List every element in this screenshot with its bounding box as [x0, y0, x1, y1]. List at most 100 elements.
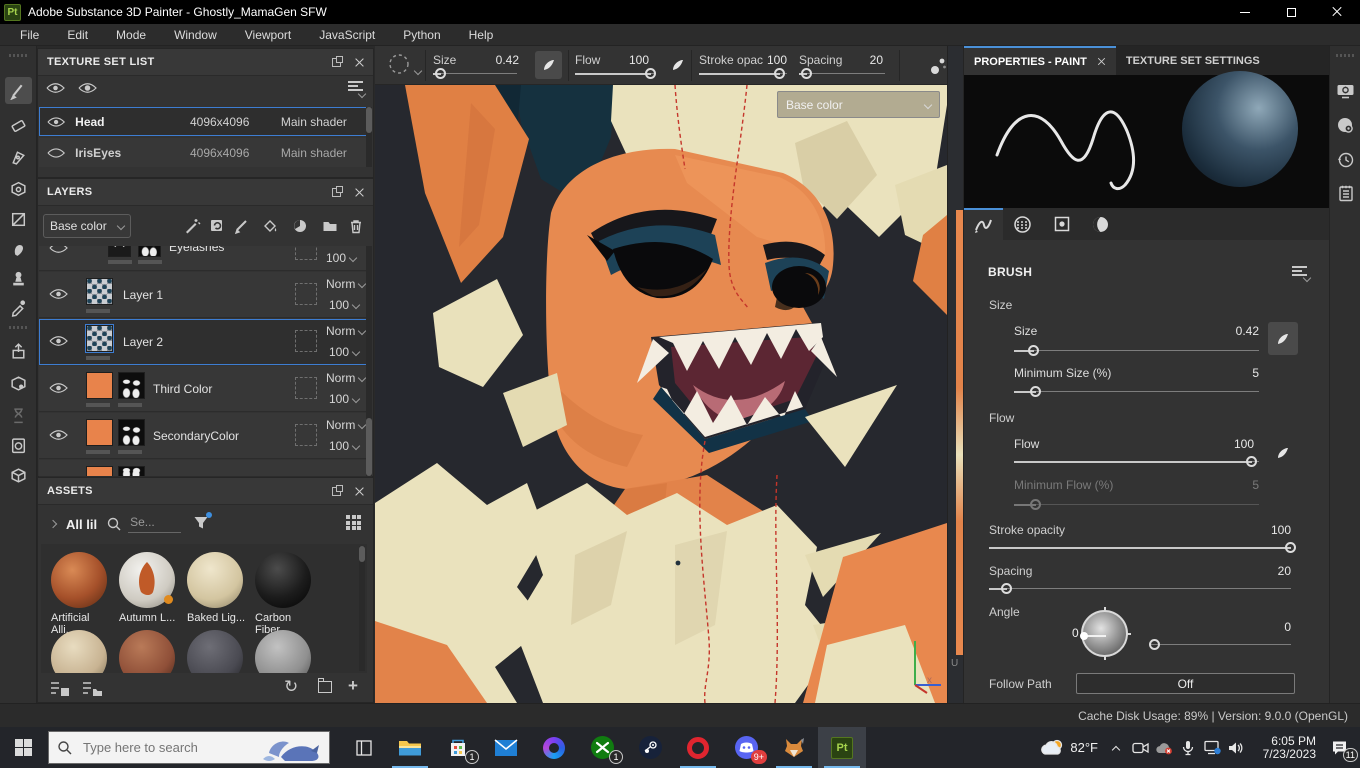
- layer-blend-mode[interactable]: Norm: [326, 277, 367, 291]
- search-input[interactable]: [81, 739, 251, 756]
- grid-view-button[interactable]: [346, 515, 361, 533]
- maximize-button[interactable]: [1268, 0, 1314, 24]
- menu-mode[interactable]: Mode: [102, 28, 160, 42]
- undock-icon[interactable]: [332, 484, 343, 496]
- weather-temperature[interactable]: 82°F: [1070, 740, 1098, 755]
- section-options-button[interactable]: [1292, 266, 1312, 283]
- angle-handle[interactable]: [1080, 632, 1088, 640]
- menu-javascript[interactable]: JavaScript: [305, 28, 389, 42]
- flow-value[interactable]: 100: [1199, 437, 1254, 451]
- undock-icon[interactable]: [332, 55, 343, 67]
- spacing-value[interactable]: 20: [1234, 564, 1291, 578]
- menu-window[interactable]: Window: [160, 28, 231, 42]
- taskbar-steam[interactable]: [626, 727, 674, 768]
- add-paint-layer-button[interactable]: [231, 216, 253, 236]
- clone-tool-button[interactable]: [5, 264, 32, 291]
- flow-pressure-icon[interactable]: [671, 58, 685, 72]
- paint-tool-button[interactable]: [5, 77, 32, 104]
- start-button[interactable]: [0, 727, 46, 768]
- channel-selector[interactable]: Base color: [43, 214, 131, 238]
- min-size-slider[interactable]: [1014, 386, 1259, 398]
- viewport-3d[interactable]: x Base color: [375, 85, 947, 703]
- taskbar-office[interactable]: [530, 727, 578, 768]
- layer-blend-mode[interactable]: Norm: [326, 418, 367, 432]
- taskbar-opera[interactable]: [674, 727, 722, 768]
- size-slider[interactable]: [433, 68, 517, 80]
- onedrive-status-button[interactable]: [1152, 727, 1176, 768]
- stroke-opacity-slider[interactable]: [989, 542, 1296, 554]
- expand-icon[interactable]: [48, 519, 58, 529]
- flow-slider[interactable]: [1014, 456, 1259, 468]
- material-sphere[interactable]: [187, 630, 243, 673]
- material-sphere-artificial-alligator[interactable]: [51, 552, 107, 608]
- visibility-icon[interactable]: [49, 382, 68, 394]
- close-button[interactable]: [1314, 0, 1360, 24]
- layer-blend-mode[interactable]: Norm: [326, 371, 367, 385]
- layer-opacity[interactable]: 100: [326, 251, 358, 265]
- material-sphere-baked-lighting[interactable]: [187, 552, 243, 608]
- spacing-slider[interactable]: [989, 583, 1291, 595]
- layer-row-partial[interactable]: [39, 460, 367, 477]
- menu-file[interactable]: File: [6, 28, 53, 42]
- subtab-brush[interactable]: [964, 208, 1003, 240]
- new-folder-icon[interactable]: [318, 678, 332, 693]
- add-fill-layer-button[interactable]: [259, 216, 281, 236]
- taskbar-file-explorer[interactable]: [386, 727, 434, 768]
- add-asset-icon[interactable]: +: [348, 676, 358, 696]
- viewer-mode-button[interactable]: [5, 370, 32, 397]
- min-size-value[interactable]: 5: [1199, 366, 1259, 380]
- filter-button[interactable]: [193, 512, 212, 533]
- microphone-button[interactable]: [1176, 727, 1200, 768]
- notification-center-button[interactable]: 11: [1322, 727, 1358, 768]
- export-button[interactable]: [5, 338, 32, 365]
- volume-button[interactable]: [1224, 727, 1248, 768]
- spacing-value[interactable]: 20: [853, 53, 883, 67]
- size-value[interactable]: 0.42: [483, 53, 519, 67]
- menu-viewport[interactable]: Viewport: [231, 28, 305, 42]
- follow-path-toggle[interactable]: Off: [1076, 673, 1295, 694]
- texture-set-row-head[interactable]: Head 4096x4096 Main shader: [39, 107, 367, 136]
- stroke-opacity-slider[interactable]: [699, 68, 787, 80]
- angle-dial[interactable]: [1080, 607, 1131, 660]
- drag-handle[interactable]: [9, 54, 29, 57]
- import-resources-icon[interactable]: [50, 680, 70, 697]
- close-tab-icon[interactable]: [1098, 58, 1106, 66]
- taskbar-mail[interactable]: [482, 727, 530, 768]
- smudge-tool-button[interactable]: [5, 236, 32, 263]
- projection-tool-button[interactable]: [5, 144, 32, 171]
- add-group-button[interactable]: [319, 216, 341, 236]
- uv-view-sliver[interactable]: U: [947, 46, 963, 703]
- visibility-icon[interactable]: [47, 116, 66, 128]
- layer-opacity[interactable]: 100: [329, 345, 361, 359]
- layer-row-secondarycolor[interactable]: SecondaryColor Norm 100: [39, 413, 367, 459]
- scrollbar[interactable]: [366, 107, 372, 167]
- layer-opacity[interactable]: 100: [329, 439, 361, 453]
- close-panel-icon[interactable]: [355, 487, 364, 496]
- smart-selection-tool-button[interactable]: [5, 206, 32, 233]
- subtab-stencil[interactable]: [1042, 208, 1081, 240]
- taskbar-ms-store[interactable]: 1: [434, 727, 482, 768]
- layer-row-layer2-selected[interactable]: Layer 2 Norm 100: [39, 319, 367, 365]
- add-effect-button[interactable]: [181, 216, 203, 236]
- tab-properties-paint[interactable]: PROPERTIES - PAINT: [964, 46, 1116, 75]
- task-view-button[interactable]: [340, 727, 388, 768]
- size-slider[interactable]: [1014, 345, 1259, 357]
- taskbar-search[interactable]: [48, 731, 330, 764]
- log-button[interactable]: [1334, 182, 1357, 205]
- display-settings-button[interactable]: [1334, 80, 1357, 103]
- flow-slider[interactable]: [575, 68, 656, 80]
- material-picker-tool-button[interactable]: [5, 294, 32, 321]
- stroke-opacity-value[interactable]: 100: [757, 53, 787, 67]
- close-panel-icon[interactable]: [355, 58, 364, 67]
- taskbar-substance-painter-active[interactable]: Pt: [818, 727, 866, 768]
- meet-now-button[interactable]: [1128, 727, 1152, 768]
- shader-settings-button[interactable]: [1334, 114, 1357, 137]
- material-sphere[interactable]: [51, 630, 107, 673]
- clock[interactable]: 6:05 PM 7/23/2023: [1254, 734, 1316, 761]
- assets-search-input[interactable]: Se...: [128, 515, 181, 533]
- visibility-icon[interactable]: [49, 335, 68, 347]
- list-options-button[interactable]: [348, 81, 367, 99]
- visibility-icon[interactable]: [49, 246, 68, 254]
- solo-visibility-button[interactable]: [78, 82, 97, 97]
- drag-handle[interactable]: [9, 326, 29, 329]
